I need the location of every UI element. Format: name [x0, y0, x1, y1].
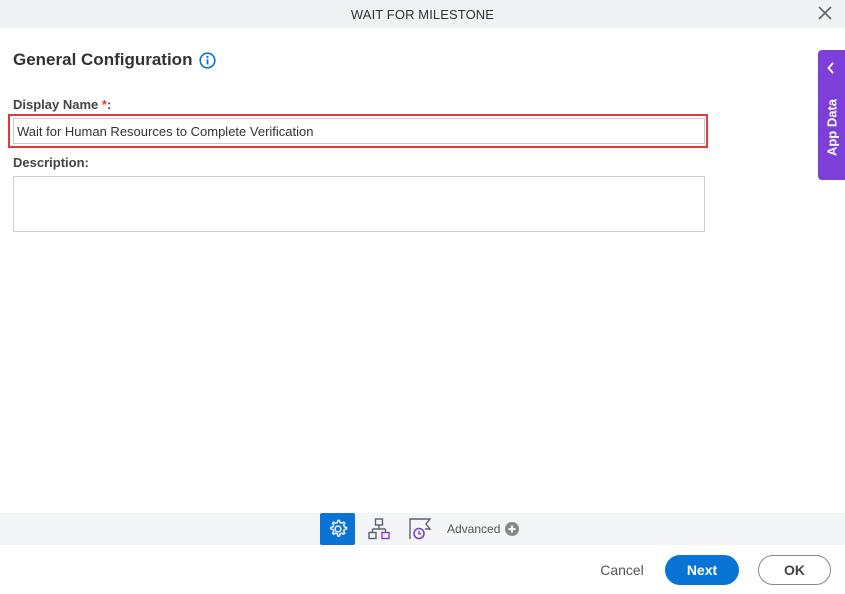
bottom-toolbar: Advanced — [0, 513, 845, 545]
display-name-label: Display Name *: — [13, 97, 111, 112]
label-suffix: : — [106, 97, 112, 112]
hierarchy-icon — [367, 518, 390, 540]
app-data-label: App Data — [824, 98, 840, 157]
description-textarea[interactable] — [13, 176, 705, 232]
display-name-input[interactable] — [13, 118, 705, 144]
display-name-label-text: Display Name — [13, 97, 102, 112]
close-icon[interactable] — [817, 5, 833, 21]
general-configuration-tab[interactable] — [320, 513, 355, 545]
milestone-timer-tab[interactable] — [401, 513, 436, 545]
chevron-left-icon — [827, 62, 834, 74]
advanced-button[interactable]: Advanced — [447, 522, 500, 536]
section-title: General Configuration — [13, 50, 193, 69]
milestone-hierarchy-tab[interactable] — [361, 513, 396, 545]
ok-button[interactable]: OK — [758, 555, 831, 585]
gear-icon — [329, 519, 347, 537]
description-label: Description: — [13, 155, 89, 170]
dialog-titlebar: WAIT FOR MILESTONE — [0, 0, 845, 28]
app-data-panel-toggle[interactable]: App Data — [818, 50, 845, 180]
info-icon[interactable] — [199, 52, 216, 69]
plus-circle-icon[interactable] — [505, 522, 519, 536]
cancel-button[interactable]: Cancel — [594, 556, 650, 584]
dialog-title: WAIT FOR MILESTONE — [350, 7, 495, 22]
next-button[interactable]: Next — [665, 555, 739, 585]
flag-clock-icon — [408, 518, 431, 540]
